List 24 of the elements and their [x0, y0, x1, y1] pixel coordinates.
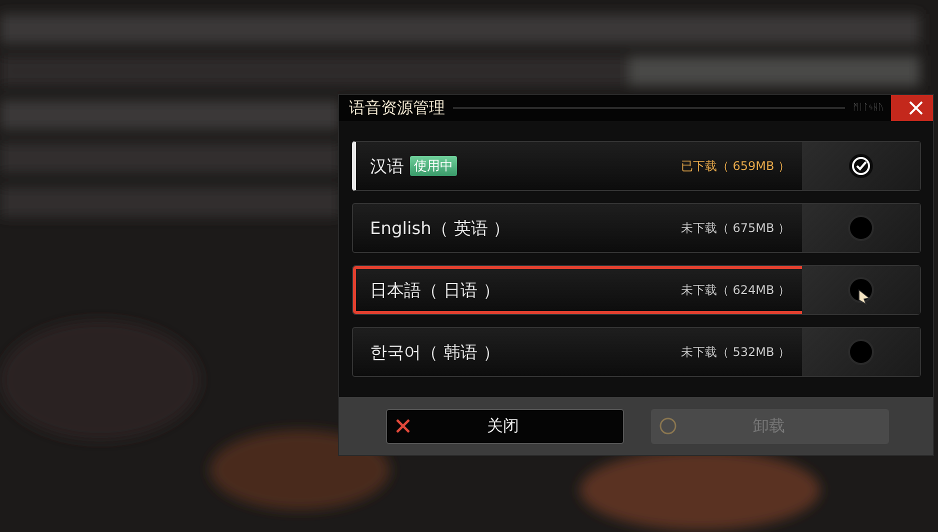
- radio-button[interactable]: [848, 215, 874, 241]
- circle-icon: [659, 417, 677, 435]
- language-name: English（ 英语 ）: [370, 218, 510, 240]
- download-status: 未下载（ 675MB ）: [680, 220, 790, 236]
- check-circle-icon[interactable]: [848, 153, 874, 179]
- language-option[interactable]: 한국어（ 韩语 ） 未下载（ 532MB ）: [352, 327, 921, 377]
- in-use-badge: 使用中: [410, 156, 457, 176]
- close-button[interactable]: [891, 95, 933, 121]
- cursor-icon: [858, 289, 870, 305]
- download-status: 未下载（ 532MB ）: [680, 344, 790, 360]
- language-name: 汉语: [370, 156, 404, 178]
- language-option[interactable]: English（ 英语 ） 未下载（ 675MB ）: [352, 203, 921, 253]
- close-dialog-button[interactable]: 关闭: [386, 408, 624, 444]
- dialog-title: 语音资源管理: [349, 98, 445, 118]
- download-status: 未下载（ 624MB ）: [680, 282, 790, 298]
- language-name: 日本語（ 日语 ）: [370, 280, 500, 302]
- download-status: 已下载（ 659MB ）: [680, 158, 790, 174]
- close-icon: [909, 101, 923, 115]
- radio-button[interactable]: [848, 339, 874, 365]
- language-option[interactable]: 日本語（ 日语 ） 未下载（ 624MB ）: [352, 265, 921, 315]
- title-decoration: ᛗᛁᛚᛃᚺᚢ: [853, 103, 883, 113]
- language-name: 한국어（ 韩语 ）: [370, 342, 500, 364]
- language-option[interactable]: 汉语 使用中 已下载（ 659MB ）: [352, 141, 921, 191]
- close-icon: [395, 418, 411, 434]
